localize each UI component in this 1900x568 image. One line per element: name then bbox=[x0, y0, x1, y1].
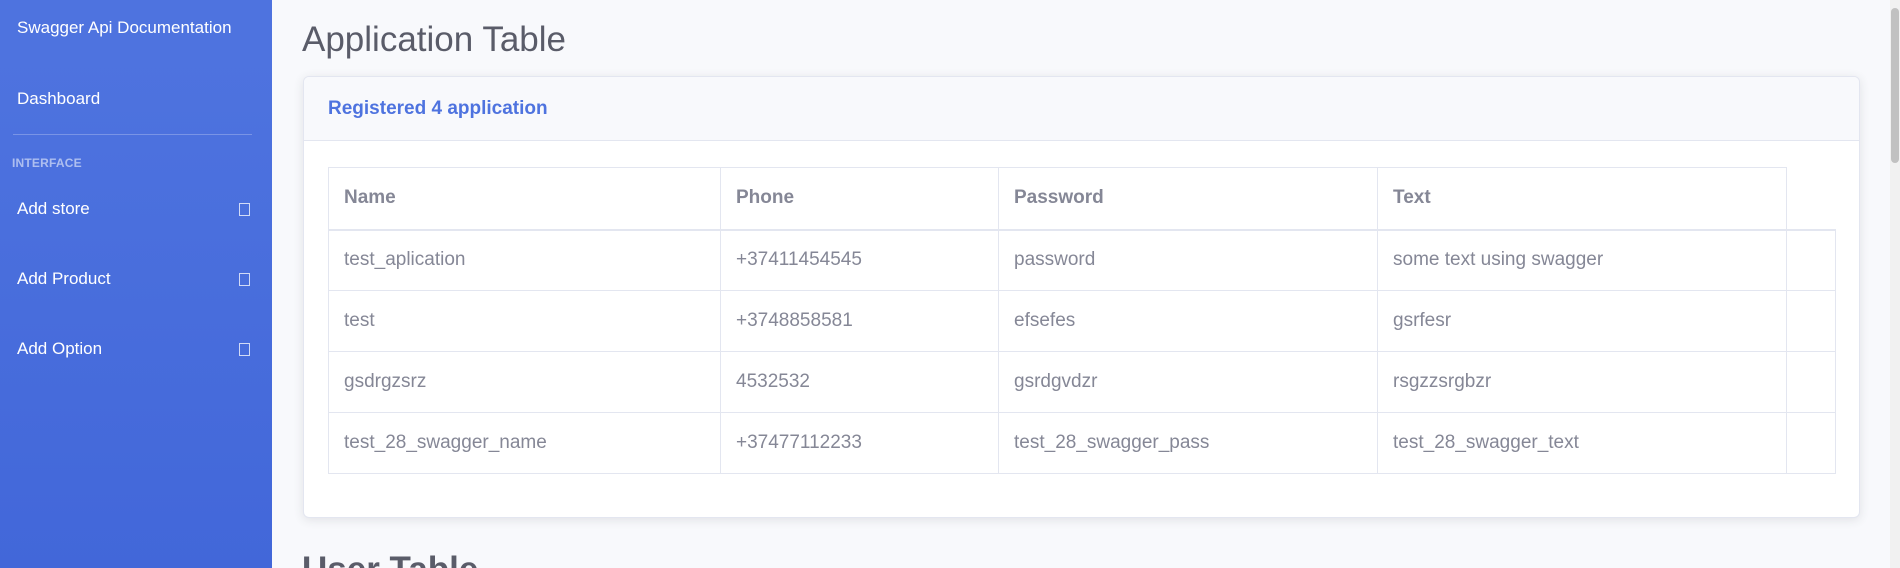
cell-empty bbox=[1786, 412, 1836, 474]
application-table-card: Registered 4 application Name Phone Pass… bbox=[303, 76, 1860, 518]
application-table: Name Phone Password Text test_aplication… bbox=[328, 167, 1836, 474]
sidebar: Swagger Api Documentation Dashboard INTE… bbox=[0, 0, 272, 568]
cell-phone: +37477112233 bbox=[720, 412, 999, 474]
cell-password: efsefes bbox=[998, 290, 1378, 352]
cell-text: some text using swagger bbox=[1377, 229, 1787, 291]
cell-empty bbox=[1786, 290, 1836, 352]
cell-phone: +3748858581 bbox=[720, 290, 999, 352]
cell-empty bbox=[1786, 351, 1836, 413]
cell-phone: 4532532 bbox=[720, 351, 999, 413]
cell-name: test_aplication bbox=[328, 229, 721, 291]
page-scrollbar[interactable] bbox=[1890, 0, 1900, 568]
sidebar-item-label: Add Option bbox=[17, 339, 103, 358]
column-header-empty bbox=[1786, 167, 1836, 231]
cell-name: gsdrgzsrz bbox=[328, 351, 721, 413]
table-row: test_aplication +37411454545 password so… bbox=[328, 229, 1836, 291]
sidebar-item-label: Add store bbox=[17, 199, 90, 218]
cell-text: gsrfesr bbox=[1377, 290, 1787, 352]
cell-password: gsrdgvdzr bbox=[998, 351, 1378, 413]
column-header-name: Name bbox=[328, 167, 721, 231]
collapse-icon bbox=[239, 342, 250, 356]
card-header-title: Registered 4 application bbox=[328, 97, 548, 119]
section-title-user-table: User Table bbox=[302, 550, 478, 568]
collapse-icon bbox=[239, 272, 250, 286]
table-row: gsdrgzsrz 4532532 gsrdgvdzr rsgzzsrgbzr bbox=[328, 351, 1836, 413]
scrollbar-thumb[interactable] bbox=[1891, 8, 1899, 163]
sidebar-item-dashboard[interactable]: Dashboard bbox=[17, 86, 250, 112]
cell-text: rsgzzsrgbzr bbox=[1377, 351, 1787, 413]
cell-phone: +37411454545 bbox=[720, 229, 999, 291]
cell-name: test_28_swagger_name bbox=[328, 412, 721, 474]
sidebar-item-add-option[interactable]: Add Option bbox=[17, 336, 250, 362]
sidebar-item-add-product[interactable]: Add Product bbox=[17, 266, 250, 292]
sidebar-item-add-store[interactable]: Add store bbox=[17, 196, 250, 222]
sidebar-item-label: Add Product bbox=[17, 269, 111, 288]
table-row: test +3748858581 efsefes gsrfesr bbox=[328, 290, 1836, 352]
collapse-icon bbox=[239, 202, 250, 216]
column-header-password: Password bbox=[998, 167, 1378, 231]
sidebar-divider bbox=[13, 134, 252, 135]
page-title: Application Table bbox=[302, 20, 566, 59]
cell-password: password bbox=[998, 229, 1378, 291]
cell-password: test_28_swagger_pass bbox=[998, 412, 1378, 474]
column-header-phone: Phone bbox=[720, 167, 999, 231]
cell-name: test bbox=[328, 290, 721, 352]
cell-text: test_28_swagger_text bbox=[1377, 412, 1787, 474]
sidebar-item-label: Dashboard bbox=[17, 89, 101, 108]
sidebar-brand[interactable]: Swagger Api Documentation bbox=[17, 18, 232, 38]
table-wrapper: Name Phone Password Text test_aplication… bbox=[328, 167, 1836, 474]
table-header-row: Name Phone Password Text bbox=[328, 167, 1836, 231]
column-header-text: Text bbox=[1377, 167, 1787, 231]
sidebar-heading: INTERFACE bbox=[12, 156, 82, 170]
table-row: test_28_swagger_name +37477112233 test_2… bbox=[328, 412, 1836, 474]
cell-empty bbox=[1786, 229, 1836, 291]
card-header: Registered 4 application bbox=[304, 77, 1859, 141]
